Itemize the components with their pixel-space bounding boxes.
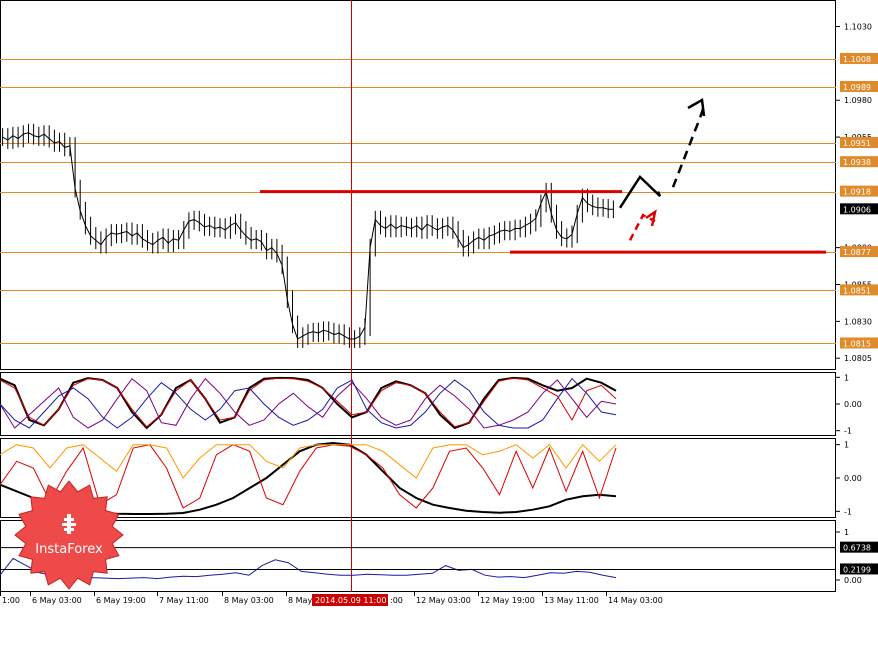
- logo-text: InstaForex: [35, 542, 103, 557]
- axis-tick-label: 0.00: [844, 474, 862, 483]
- oscillator-3: 1 0.00 0.6738 0.2199: [0, 528, 878, 585]
- panel-frames: [0, 0, 836, 592]
- panel-frame-main: [0, 0, 836, 370]
- axis-tick-label: 1.0805: [844, 354, 872, 363]
- level-label: 1.0989: [843, 83, 871, 92]
- axis-tick-label: -1: [844, 427, 852, 436]
- axis-tick-label: 1.0830: [844, 317, 872, 326]
- time-tick-label: :00: [390, 596, 403, 605]
- current-price-label: 1.0906: [843, 205, 871, 214]
- time-tick-label: 12 May 03:00: [416, 596, 471, 605]
- axis-tick-label: 0.00: [844, 576, 862, 585]
- oscillator-2: 1 0.00 -1: [0, 441, 862, 516]
- chart-canvas: 1 0.00 -1 1 0.00 -1 1 0.00 0.6738 0.2199 1.1030…: [0, 0, 878, 606]
- level-label: 1.0918: [843, 188, 871, 197]
- time-tick-label: 8 May 03:00: [224, 596, 274, 605]
- time-tick-label: 7 May 11:00: [159, 596, 209, 605]
- alternative-path: [628, 213, 656, 241]
- level-label: 0.6738: [843, 544, 871, 553]
- axis-tick-label: 1.1030: [844, 23, 872, 32]
- price-line: [2, 132, 614, 340]
- panel-frame-o1: [0, 372, 836, 436]
- price-series: [2, 123, 614, 348]
- level-label: 1.1008: [843, 55, 871, 64]
- instaforex-logo: InstaForex: [14, 480, 124, 590]
- oscillator-line: [0, 377, 617, 429]
- level-label: 1.0938: [843, 158, 871, 167]
- forecast-path: [671, 102, 707, 188]
- level-label: 1.0851: [843, 286, 871, 295]
- axis-tick-label: 1: [844, 528, 849, 537]
- panel-frame-o3: [0, 520, 836, 592]
- level-label: 1.0951: [843, 139, 871, 148]
- oscillator-1: 1 0.00 -1: [0, 373, 862, 436]
- time-tick-label: 13 May 11:00: [544, 596, 599, 605]
- oscillator-line: [0, 443, 617, 479]
- level-label: 0.2199: [843, 565, 871, 574]
- price-levels: [0, 0, 836, 592]
- chart-annotations: [260, 97, 826, 254]
- oscillator-line: [0, 377, 617, 429]
- time-badge-label: 2014.05.09 11:00: [315, 596, 386, 605]
- right-price-axis: 1.10301.09801.09551.08801.08551.08301.08…: [836, 23, 878, 363]
- axis-tick-label: 0.00: [844, 400, 862, 409]
- axis-tick-label: 1: [844, 441, 849, 450]
- axis-tick-label: 1.0980: [844, 96, 872, 105]
- level-label: 1.0877: [843, 248, 871, 257]
- level-label: 1.0815: [843, 339, 871, 348]
- time-tick-label: 8 May: [288, 596, 312, 605]
- time-tick-label: 14 May 03:00: [608, 596, 663, 605]
- axis-tick-label: -1: [844, 507, 852, 516]
- time-tick-label: 12 May 19:00: [480, 596, 535, 605]
- axis-tick-label: 1: [844, 373, 849, 382]
